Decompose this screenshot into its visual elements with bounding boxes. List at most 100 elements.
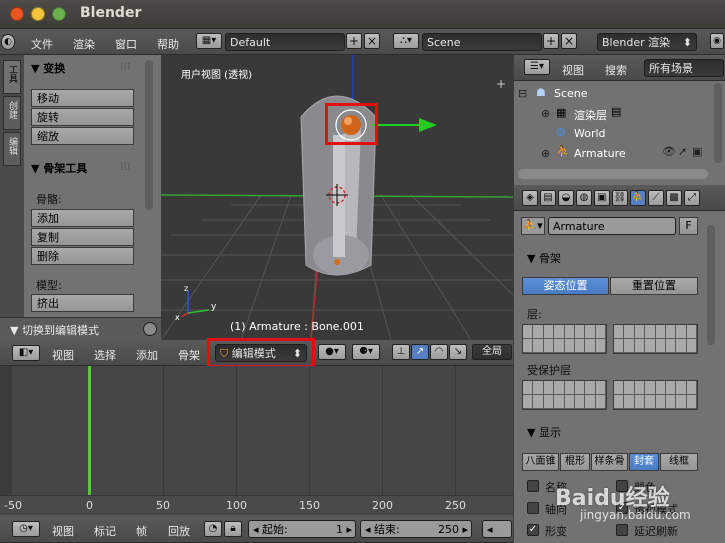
menu-render[interactable]: 渲染 [73, 36, 95, 52]
outliner-item-scene[interactable]: Scene [554, 87, 588, 100]
physics-tab-icon[interactable]: ⤢ [684, 190, 700, 206]
display-wire-button[interactable]: 线框 [660, 453, 698, 471]
armature-data-tab-icon[interactable]: ⛹ [630, 190, 646, 206]
camera-icon[interactable]: ▣ [692, 145, 702, 158]
timeline-editor[interactable] [0, 366, 513, 515]
chevron-left-icon[interactable]: ◂ [487, 523, 493, 536]
maximize-window-button[interactable] [52, 7, 66, 21]
editor-type-icon[interactable]: ☰▾ [524, 59, 550, 75]
world-tab-icon[interactable]: ◍ [576, 190, 592, 206]
cursor-icon[interactable]: ➚ [678, 145, 687, 158]
outliner-vscrollbar[interactable] [714, 83, 722, 163]
axes-checkbox[interactable] [527, 502, 539, 514]
delay-refresh-checkbox[interactable] [616, 524, 628, 536]
3d-viewport[interactable]: 用户视图 (透视) (1) Armature : Bone.001 z y x … [161, 55, 513, 340]
pose-position-button[interactable]: 姿态位置 [522, 277, 609, 295]
outliner-item-armature[interactable]: Armature [574, 147, 626, 160]
display-stick-button[interactable]: 棍形 [560, 453, 590, 471]
scene-name-field[interactable]: Scene [422, 33, 542, 51]
close-window-button[interactable] [10, 7, 24, 21]
chevron-right-icon[interactable]: ▸ [462, 523, 468, 536]
properties-scrollbar[interactable] [707, 225, 715, 345]
tab-edit[interactable]: 编辑 [3, 132, 21, 166]
editor-type-icon[interactable]: ◧▾ [12, 345, 40, 361]
expand-icon[interactable]: ⊕ [541, 147, 550, 160]
editor-type-icon[interactable]: ◐ [1, 34, 15, 50]
display-panel-header[interactable]: ▼ 显示 [527, 424, 561, 440]
add-bone-button[interactable]: 添加 [31, 209, 134, 227]
add-area-icon[interactable]: + [496, 77, 506, 91]
bone-tab-icon[interactable]: ⟋ [648, 190, 664, 206]
delete-scene-icon[interactable]: × [561, 33, 577, 49]
armature-name-field[interactable]: Armature [548, 217, 676, 235]
fake-user-button[interactable]: F [679, 217, 698, 235]
menu-armature[interactable]: 骨架 [178, 347, 200, 363]
object-tab-icon[interactable]: ▣ [594, 190, 610, 206]
delete-layout-icon[interactable]: × [364, 33, 380, 49]
menu-add[interactable]: 添加 [136, 347, 158, 363]
menu-search[interactable]: 搜索 [605, 62, 627, 78]
deform-checkbox[interactable]: ✓ [527, 524, 539, 536]
add-layout-icon[interactable]: + [346, 33, 362, 49]
transform-orientation-select[interactable]: 全局 [472, 344, 512, 360]
outliner-scrollbar[interactable] [518, 169, 708, 179]
add-scene-icon[interactable]: + [543, 33, 559, 49]
bone-layers-grid-right[interactable] [613, 324, 698, 354]
render-tab-icon[interactable]: ◈ [522, 190, 538, 206]
menu-view[interactable]: 视图 [52, 347, 74, 363]
outliner-item-world[interactable]: World [574, 127, 606, 140]
outliner-filter-select[interactable]: 所有场景 [644, 59, 724, 77]
menu-marker[interactable]: 标记 [94, 523, 116, 539]
tab-create[interactable]: 创建 [3, 96, 21, 130]
preview-range-icon[interactable]: ◔ [204, 521, 222, 537]
tab-tools[interactable]: 工具 [3, 60, 21, 94]
protected-layers-grid-left[interactable] [522, 380, 607, 410]
panel-toggle-icon[interactable] [143, 322, 157, 336]
end-frame-field[interactable]: ◂ 结束: 250 ▸ [360, 520, 472, 538]
display-envelope-button[interactable]: 封套 [629, 453, 659, 471]
editor-type-icon[interactable]: ◷▾ [12, 521, 40, 537]
minimize-window-button[interactable] [31, 7, 45, 21]
layout-selector-icon[interactable]: ▦▾ [196, 33, 222, 49]
render-engine-select[interactable]: Blender 渲染 ⬍ [597, 33, 697, 51]
move-button[interactable]: 移动 [31, 89, 134, 107]
menu-view[interactable]: 视图 [52, 523, 74, 539]
eye-icon[interactable]: 👁︎ [662, 145, 676, 158]
current-frame-field[interactable]: ◂ [482, 520, 512, 538]
menu-frame[interactable]: 帧 [136, 523, 147, 539]
rotate-manipulator-icon[interactable]: ◠ [430, 344, 448, 360]
delete-bone-button[interactable]: 删除 [31, 247, 134, 265]
layers-tab-icon[interactable]: ▤ [540, 190, 556, 206]
chevron-left-icon[interactable]: ◂ [365, 523, 371, 536]
lock-icon[interactable]: 🔒︎ [224, 521, 242, 537]
grip-icon[interactable]: ⁞⁞⁞ [120, 60, 131, 73]
texture-tab-icon[interactable]: ▩ [666, 190, 682, 206]
chevron-left-icon[interactable]: ◂ [253, 523, 259, 536]
display-bbone-button[interactable]: 样条骨 [591, 453, 628, 471]
operator-panel-title[interactable]: ▼ 切换到编辑模式 [10, 322, 99, 338]
names-checkbox[interactable] [527, 480, 539, 492]
rest-position-button[interactable]: 重置位置 [610, 277, 698, 295]
tool-shelf-scrollbar[interactable] [145, 60, 153, 210]
grip-icon[interactable]: ⁞⁞⁞ [120, 160, 131, 173]
chevron-right-icon[interactable]: ▸ [346, 523, 352, 536]
scene-selector-icon[interactable]: ⛬▾ [393, 33, 419, 49]
menu-playback[interactable]: 回放 [168, 523, 190, 539]
viewport-shading-icon[interactable]: ●▾ [318, 344, 346, 360]
armature-type-icon[interactable]: ⛹▾ [521, 217, 545, 235]
expand-icon[interactable]: ⊕ [541, 107, 550, 120]
menu-view[interactable]: 视图 [562, 62, 584, 78]
translate-manipulator-icon[interactable]: ↗ [411, 344, 429, 360]
display-octahedral-button[interactable]: 八面锥 [522, 453, 559, 471]
start-frame-field[interactable]: ◂ 起始: 1 ▸ [248, 520, 356, 538]
scale-manipulator-icon[interactable]: ↘ [449, 344, 467, 360]
constraints-tab-icon[interactable]: ⛓ [612, 190, 628, 206]
transform-panel-header[interactable]: ▼ 变换 [31, 60, 65, 76]
outliner-item-render-layers[interactable]: 渲染层 [574, 107, 607, 123]
skeleton-panel-header[interactable]: ▼ 骨架 [527, 250, 561, 266]
rotate-button[interactable]: 旋转 [31, 108, 134, 126]
menu-select[interactable]: 选择 [94, 347, 116, 363]
menu-window[interactable]: 窗口 [115, 36, 137, 52]
layout-name-field[interactable]: Default [225, 33, 345, 51]
manipulator-icon[interactable]: ⊥ [392, 344, 410, 360]
